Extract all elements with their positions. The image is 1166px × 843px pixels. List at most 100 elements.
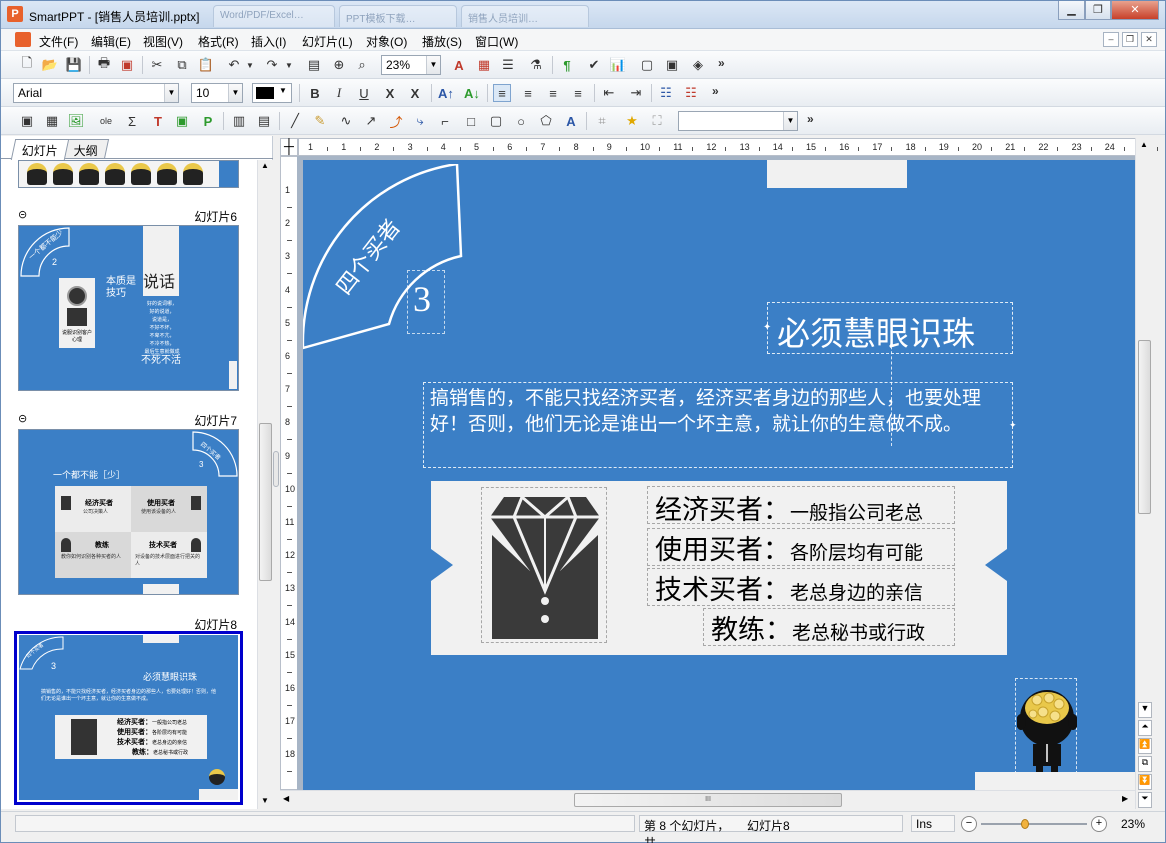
numbered-list-icon[interactable]: ☷ <box>682 84 700 102</box>
slide-item-7[interactable]: ⊝ 幻灯片7 四个买者 3 一个都不能［少］ 经济买者 公司决策人 使用买者 使… <box>1 412 257 612</box>
zoom-out-icon[interactable]: − <box>961 816 977 832</box>
doc-restore-button[interactable]: ❐ <box>1122 32 1138 47</box>
maximize-button[interactable]: ❐ <box>1085 1 1111 20</box>
top-tag-shape[interactable] <box>767 160 907 188</box>
frame-icon[interactable]: ▣ <box>173 112 191 130</box>
select-frame-icon[interactable]: ▣ <box>18 112 36 130</box>
strikethrough-button[interactable]: X <box>381 84 399 102</box>
formula-icon[interactable]: Σ <box>123 112 141 130</box>
zoom-combo[interactable]: 23% ▼ <box>381 55 441 75</box>
more-drawing-icon[interactable]: » <box>807 112 814 126</box>
rectangle-icon[interactable]: □ <box>462 112 480 130</box>
minimize-button[interactable]: ▁ <box>1058 1 1085 20</box>
line-icon[interactable]: ╱ <box>286 112 304 130</box>
previous-slide-icon[interactable]: ⏶ <box>1138 720 1152 736</box>
panel-splitter[interactable] <box>273 136 279 809</box>
last-slide-icon[interactable]: ⏬ <box>1138 774 1152 790</box>
align-right-icon[interactable]: ≡ <box>544 84 562 102</box>
menu-edit[interactable]: 编辑(E) <box>91 33 131 50</box>
canvas-vertical-scrollbar[interactable]: ▲ ▼ ⏶ ⏫ ⧉ ⏬ ⏷ <box>1135 138 1152 809</box>
rounded-rect-icon[interactable]: ▢ <box>487 112 505 130</box>
copy-icon[interactable]: ⧉ <box>173 56 191 74</box>
menu-play[interactable]: 播放(S) <box>422 33 462 50</box>
italic-button[interactable]: I <box>330 84 348 102</box>
zoom-in-icon[interactable]: + <box>1091 816 1107 832</box>
more-tools-icon[interactable]: » <box>718 56 725 70</box>
horizontal-ruler[interactable]: 1 1 2 3 4 5 6 7 8 9 10 11 12 13 14 15 16 17 18 19 20 21 22 23 24… <box>298 138 1158 156</box>
bullet-list-icon[interactable]: ☷ <box>657 84 675 102</box>
slide-8[interactable]: 四个买者 3 必须慧眼识珠 ✦ 搞销售的，不能只找经济买者，经济买者身边的那些人… <box>303 160 1135 790</box>
slide-thumbnail-6[interactable]: 一个都不能少 2 说服识别客户心理 本质是 技巧 说话 好的说词哪， 好的说道，… <box>18 225 239 391</box>
chevron-down-icon[interactable]: ▼ <box>228 84 242 102</box>
scroll-up-icon[interactable]: ▲ <box>261 161 269 170</box>
underline-button[interactable]: U <box>355 84 373 102</box>
canvas-horizontal-scrollbar[interactable]: ◀ III ▶ <box>280 790 1135 809</box>
scroll-down-icon[interactable]: ▼ <box>261 796 269 805</box>
ruler-origin-icon[interactable]: ┼ <box>280 138 298 156</box>
ellipse-icon[interactable]: ○ <box>512 112 530 130</box>
shapes-icon[interactable]: ⬠ <box>537 112 555 130</box>
chart-icon[interactable]: 📊 <box>609 56 627 74</box>
close-button[interactable]: ✕ <box>1111 1 1159 20</box>
undo-dropdown-icon[interactable]: ▼ <box>241 56 259 74</box>
menu-slide[interactable]: 幻灯片(L) <box>302 33 353 50</box>
body-handle-icon[interactable]: ✦ <box>1009 420 1017 431</box>
next-slide-icon[interactable]: ⏷ <box>1138 792 1152 808</box>
grow-font-icon[interactable]: A↑ <box>437 84 455 102</box>
tab-outline[interactable]: 大纲 <box>62 139 110 159</box>
elbow-connector-icon[interactable]: ⤷ <box>411 112 429 130</box>
bold-button[interactable]: B <box>306 84 324 102</box>
chevron-down-icon[interactable]: ▼ <box>164 84 178 102</box>
arc-banner-shape[interactable] <box>303 164 473 354</box>
chevron-down-icon[interactable]: ▼ <box>279 86 287 95</box>
align-center-icon[interactable]: ≡ <box>519 84 537 102</box>
horizontal-scroll-thumb[interactable]: III <box>574 793 842 807</box>
scroll-right-icon[interactable]: ▶ <box>1122 794 1128 803</box>
align-left-icon[interactable]: ≡ <box>493 84 511 102</box>
paste-icon[interactable]: 📋 <box>197 56 215 74</box>
menu-object[interactable]: 对象(O) <box>366 33 407 50</box>
menu-file[interactable]: 文件(F) <box>39 33 78 50</box>
first-slide-icon[interactable]: ⏫ <box>1138 738 1152 754</box>
font-name-combo[interactable]: Arial ▼ <box>13 83 179 103</box>
group-icon[interactable]: ▥ <box>230 112 248 130</box>
save-icon[interactable]: 💾 <box>65 56 83 74</box>
clear-format-button[interactable]: X <box>406 84 424 102</box>
doc-close-button[interactable]: ✕ <box>1141 32 1157 47</box>
new-icon[interactable]: 🗋 <box>18 55 36 74</box>
document-icon[interactable] <box>15 32 31 47</box>
slide-item-8[interactable]: 幻灯片8 四个买者 3 必须慧眼识珠 搞销售的，不能只找经济买者，经济买者身边的… <box>1 616 257 809</box>
slide-item-6[interactable]: ⊝ 幻灯片6 一个都不能少 2 说服识别客户心理 本质是 技巧 说话 好的说词哪… <box>1 208 257 408</box>
wordart-icon[interactable]: A <box>562 112 580 130</box>
connector-icon[interactable]: ⤴ <box>387 112 405 130</box>
chevron-down-icon[interactable]: ▼ <box>783 112 797 130</box>
polyline-icon[interactable]: ⌐ <box>436 112 454 130</box>
pencil-icon[interactable]: ✎ <box>311 112 329 130</box>
search-icon[interactable]: ⌕ <box>353 56 371 74</box>
list-icon[interactable]: ☰ <box>499 56 517 74</box>
slide-thumbnail-7[interactable]: 四个买者 3 一个都不能［少］ 经济买者 公司决策人 使用买者 使用该设备的人 … <box>18 429 239 595</box>
fill-color-combo[interactable]: ▼ <box>252 83 292 103</box>
print-icon[interactable]: 🖶 <box>95 55 113 74</box>
slide-canvas[interactable]: 四个买者 3 必须慧眼识珠 ✦ 搞销售的，不能只找经济买者，经济买者身边的那些人… <box>297 156 1135 790</box>
tab-slides[interactable]: 幻灯片 <box>10 139 70 160</box>
zoom-slider-handle[interactable] <box>1021 819 1029 829</box>
font-size-combo[interactable]: 10 ▼ <box>191 83 243 103</box>
menu-view[interactable]: 视图(V) <box>143 33 183 50</box>
text-frame-icon[interactable]: T <box>149 112 167 130</box>
table-icon[interactable]: ▦ <box>43 112 61 130</box>
3d-icon[interactable]: ◈ <box>689 56 707 74</box>
slide-icon[interactable]: ▣ <box>663 56 681 74</box>
panel-scroll-thumb[interactable] <box>259 423 272 581</box>
increase-indent-icon[interactable]: ⇥ <box>627 84 645 102</box>
ungroup-icon[interactable]: ▤ <box>255 112 273 130</box>
ole-object-icon[interactable]: ole <box>97 112 115 130</box>
picture-icon[interactable]: 🖼 <box>67 112 85 130</box>
paragraph-mark-icon[interactable]: ¶ <box>558 56 576 74</box>
insert-image-icon[interactable]: ▦ <box>475 56 493 74</box>
pdf-export-icon[interactable]: ▣ <box>118 56 136 74</box>
cut-icon[interactable]: ✂ <box>148 56 166 74</box>
redo-icon[interactable]: ↷ <box>263 56 281 74</box>
star-effect-icon[interactable]: ★ <box>623 112 641 130</box>
shrink-font-icon[interactable]: A↓ <box>463 84 481 102</box>
